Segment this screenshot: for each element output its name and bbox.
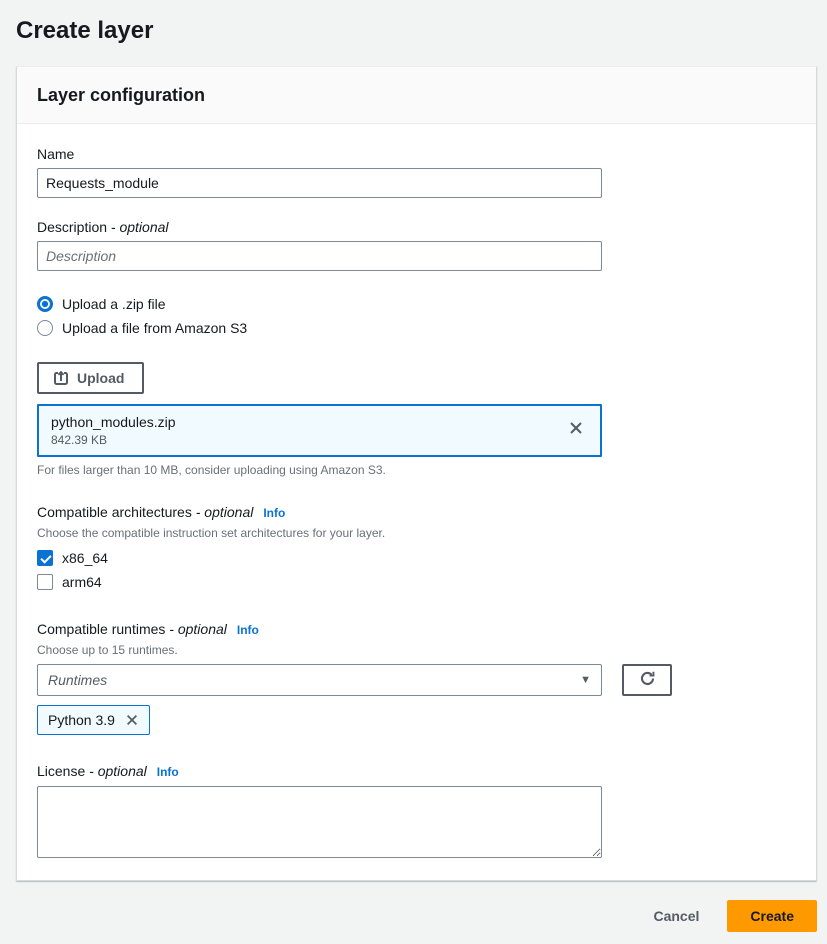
license-label: License - optionalInfo: [37, 761, 796, 782]
radio-unselected-icon[interactable]: [37, 320, 53, 336]
panel-header: Layer configuration: [17, 67, 816, 124]
checkbox-x86-64-label: x86_64: [62, 550, 108, 566]
cancel-button[interactable]: Cancel: [653, 908, 699, 924]
layer-configuration-panel: Layer configuration Name Description - o…: [16, 66, 817, 881]
checkbox-arm64[interactable]: arm64: [37, 571, 796, 593]
checkbox-unchecked-icon[interactable]: [37, 574, 53, 590]
page-title: Create layer: [16, 15, 811, 47]
description-input[interactable]: [37, 241, 602, 271]
architectures-label: Compatible architectures - optionalInfo: [37, 502, 796, 523]
uploaded-file-card: python_modules.zip 842.39 KB: [37, 404, 602, 457]
form-actions: Cancel Create: [16, 900, 817, 932]
name-input[interactable]: [37, 168, 602, 198]
file-size-helper-text: For files larger than 10 MB, consider up…: [37, 462, 796, 478]
compatible-architectures-section: Compatible architectures - optionalInfo …: [37, 502, 796, 593]
compatible-runtimes-section: Compatible runtimes - optionalInfo Choos…: [37, 619, 796, 735]
license-textarea[interactable]: [37, 786, 602, 858]
checkbox-x86-64[interactable]: x86_64: [37, 547, 796, 569]
architectures-info-link[interactable]: Info: [263, 506, 285, 520]
runtimes-info-link[interactable]: Info: [237, 623, 259, 637]
upload-icon: [53, 370, 69, 386]
radio-upload-zip[interactable]: Upload a .zip file: [37, 292, 796, 316]
radio-upload-s3[interactable]: Upload a file from Amazon S3: [37, 316, 796, 340]
runtimes-select[interactable]: Runtimes ▼: [37, 664, 602, 696]
upload-source-radio-group: Upload a .zip file Upload a file from Am…: [37, 292, 796, 340]
refresh-runtimes-button[interactable]: [622, 664, 672, 696]
close-icon: [125, 715, 139, 730]
remove-runtime-button[interactable]: [123, 711, 141, 729]
runtimes-label: Compatible runtimes - optionalInfo: [37, 619, 796, 640]
license-info-link[interactable]: Info: [157, 765, 179, 779]
uploaded-file-size: 842.39 KB: [51, 432, 564, 448]
checkbox-arm64-label: arm64: [62, 574, 102, 590]
upload-button[interactable]: Upload: [37, 362, 144, 394]
radio-upload-s3-label: Upload a file from Amazon S3: [62, 317, 247, 339]
create-button[interactable]: Create: [727, 900, 817, 932]
description-label: Description - optional: [37, 217, 796, 237]
uploaded-file-meta: python_modules.zip 842.39 KB: [51, 412, 564, 448]
description-field: Description - optional: [37, 217, 796, 271]
radio-selected-icon[interactable]: [37, 296, 53, 312]
refresh-icon: [639, 670, 656, 690]
uploaded-file-name: python_modules.zip: [51, 412, 564, 432]
chevron-down-icon: ▼: [580, 674, 591, 686]
name-label: Name: [37, 144, 796, 164]
runtimes-select-placeholder: Runtimes: [48, 672, 580, 688]
panel-body: Name Description - optional Upload a .zi…: [17, 124, 816, 880]
architectures-description: Choose the compatible instruction set ar…: [37, 525, 796, 541]
runtime-token-label: Python 3.9: [48, 712, 115, 728]
close-icon: [568, 424, 584, 439]
runtimes-select-row: Runtimes ▼: [37, 664, 796, 696]
radio-upload-zip-label: Upload a .zip file: [62, 293, 166, 315]
license-section: License - optionalInfo: [37, 761, 796, 858]
checkbox-checked-icon[interactable]: [37, 550, 53, 566]
remove-file-button[interactable]: [564, 416, 588, 440]
panel-header-title: Layer configuration: [37, 84, 796, 106]
upload-button-label: Upload: [77, 370, 124, 386]
runtimes-description: Choose up to 15 runtimes.: [37, 642, 796, 658]
runtime-token-python39: Python 3.9: [37, 705, 150, 735]
name-field: Name: [37, 144, 796, 198]
